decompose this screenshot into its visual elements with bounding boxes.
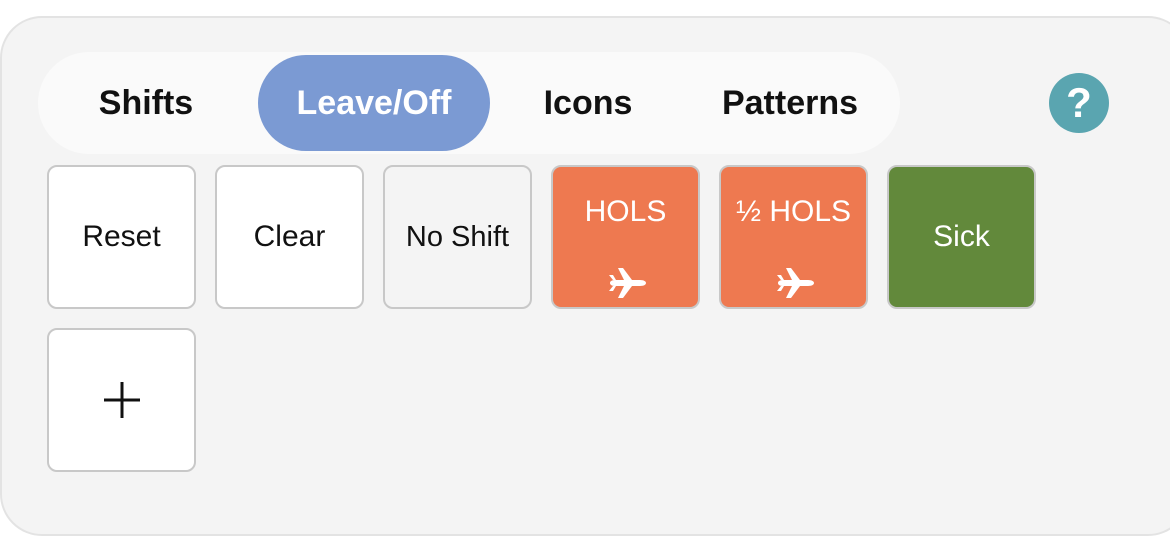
airplane-icon	[609, 268, 646, 298]
tab-patterns[interactable]: Patterns	[700, 55, 880, 151]
sick-button[interactable]: Sick	[887, 165, 1036, 309]
tab-bar: Shifts Leave/Off Icons Patterns	[38, 52, 900, 154]
clear-label: Clear	[253, 220, 326, 253]
help-icon[interactable]: ?	[1049, 73, 1109, 133]
sick-label: Sick	[933, 220, 990, 253]
add-button[interactable]	[47, 328, 196, 472]
clear-button[interactable]: Clear	[215, 165, 364, 309]
shift-palette-panel: Shifts Leave/Off Icons Patterns ? Reset …	[0, 16, 1170, 536]
hols-label: HOLS	[584, 195, 667, 228]
half-hols-label: ½ HOLS	[735, 195, 852, 228]
no-shift-label: No Shift	[405, 220, 510, 253]
tab-shifts[interactable]: Shifts	[56, 55, 236, 151]
reset-label: Reset	[82, 220, 161, 253]
hols-button[interactable]: HOLS	[551, 165, 700, 309]
reset-button[interactable]: Reset	[47, 165, 196, 309]
tab-leave-off[interactable]: Leave/Off	[258, 55, 490, 151]
no-shift-button[interactable]: No Shift	[383, 165, 532, 309]
airplane-icon	[777, 268, 814, 298]
plus-icon	[103, 382, 140, 418]
tab-icons[interactable]: Icons	[508, 55, 668, 151]
half-hols-button[interactable]: ½ HOLS	[719, 165, 868, 309]
